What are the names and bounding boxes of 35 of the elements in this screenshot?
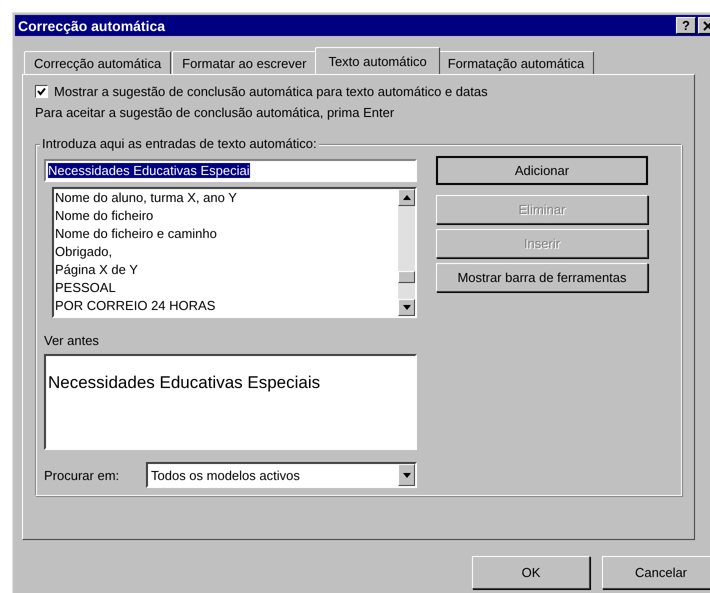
- down-arrow-icon: [402, 472, 410, 478]
- tab[interactable]: Texto automático: [315, 47, 440, 74]
- dialog-button[interactable]: Adicionar: [436, 156, 648, 185]
- list-item[interactable]: Página X de Y: [55, 261, 398, 279]
- list-item[interactable]: Obrigado,: [55, 243, 398, 261]
- check-icon: [37, 86, 46, 96]
- hint-text: Para aceitar a sugestão de conclusão automática, prima Enter: [35, 105, 396, 120]
- help-button[interactable]: ?: [676, 17, 696, 34]
- list-item[interactable]: PESSOAL: [55, 279, 398, 297]
- close-icon: [703, 20, 710, 30]
- scroll-thumb[interactable]: [398, 271, 415, 283]
- down-arrow-icon: [402, 305, 410, 310]
- scroll-down-button[interactable]: [398, 299, 415, 316]
- tab[interactable]: Formatação automática: [438, 51, 594, 74]
- preview-label: Ver antes: [44, 333, 100, 348]
- list-item[interactable]: Nome do aluno, turma X, ano Y: [55, 189, 398, 207]
- preview-text: Necessidades Educativas Especiais: [48, 373, 320, 392]
- group-title: Introduza aqui as entradas de texto automático:: [40, 136, 319, 151]
- up-arrow-icon: [402, 195, 410, 200]
- dialog-button[interactable]: Cancelar: [602, 556, 710, 589]
- dialog-button[interactable]: Mostrar barra de ferramentas: [436, 263, 648, 292]
- list-item[interactable]: Nome do ficheiro e caminho: [55, 225, 398, 243]
- entry-value: Necessidades Educativas Especiai: [48, 163, 250, 178]
- scroll-up-button[interactable]: [398, 189, 415, 206]
- tab[interactable]: Formatar ao escrever: [172, 51, 316, 74]
- look-in-dropdown[interactable]: Todos os modelos activos: [146, 462, 417, 488]
- list-item[interactable]: POR CORREIO 24 HORAS: [55, 297, 398, 315]
- entry-field[interactable]: Necessidades Educativas Especiai: [44, 159, 417, 182]
- tab[interactable]: Correcção automática: [24, 51, 172, 74]
- checkbox[interactable]: [35, 84, 48, 98]
- list-item[interactable]: Nome do ficheiro: [55, 207, 398, 225]
- dialog-button[interactable]: OK: [472, 556, 590, 589]
- window-title: Correcção automática: [18, 18, 166, 34]
- look-in-label: Procurar em:: [44, 468, 120, 482]
- checkbox-label: Mostrar a sugestão de conclusão automática para texto automático e datas: [54, 84, 488, 98]
